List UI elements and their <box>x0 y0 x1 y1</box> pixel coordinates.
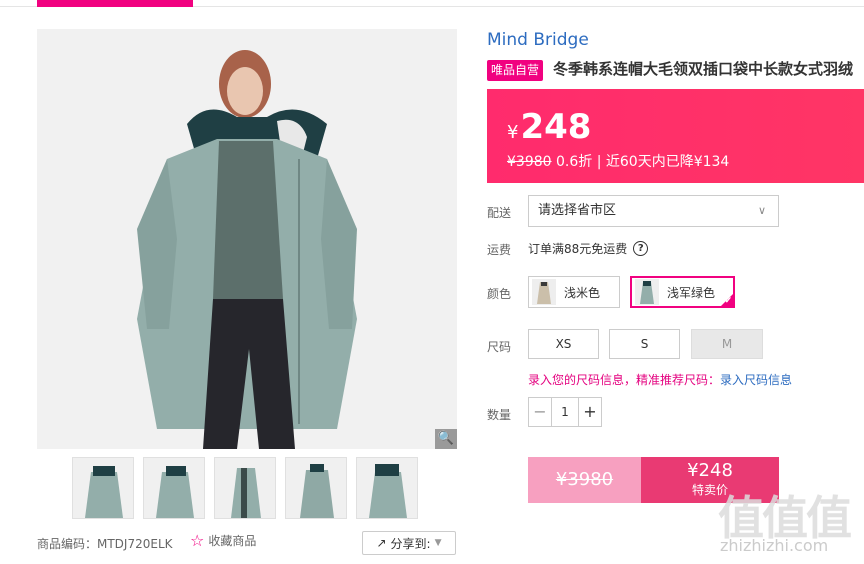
buy-original-price: ¥3980 <box>555 469 614 490</box>
size-option-m[interactable]: M <box>691 329 763 359</box>
thumbnail-3[interactable] <box>214 457 276 519</box>
region-select-value: 请选择省市区 <box>538 203 617 218</box>
current-price: ¥ 248 <box>507 107 591 147</box>
discount-text: 0.6折 <box>556 154 593 170</box>
size-option-s[interactable]: S <box>609 329 680 359</box>
star-icon: ☆ <box>190 530 205 550</box>
shipping-info: 订单满88元免运费 ? <box>528 240 649 257</box>
color-swatch-army-green <box>635 279 659 305</box>
thumbnail-4[interactable] <box>285 457 347 519</box>
color-option-label: 浅军绿色 <box>667 285 716 300</box>
region-select[interactable]: 请选择省市区 ∨ <box>528 195 779 227</box>
shipping-label: 运费 <box>487 243 512 257</box>
decrement-button[interactable]: − <box>529 398 551 426</box>
delivery-label: 配送 <box>487 206 512 220</box>
self-operated-badge: 唯品自营 <box>487 60 544 81</box>
thumbnail-2[interactable] <box>143 457 205 519</box>
price-drop-note: | 近60天内已降¥134 <box>596 154 730 170</box>
model-wearing-coat-illustration <box>37 29 457 449</box>
favorite-label: 收藏商品 <box>208 534 257 548</box>
main-product-image[interactable]: 🔍 <box>37 29 457 449</box>
share-icon: ↗ <box>376 536 387 550</box>
size-tip-text: 录入您的尺码信息，精准推荐尺码： <box>528 373 721 387</box>
zoom-icon[interactable]: 🔍 <box>435 429 457 449</box>
share-label: 分享到: <box>390 536 431 551</box>
price-details: ¥3980 0.6折 | 近60天内已降¥134 <box>507 151 729 171</box>
size-recommendation-tip: 录入您的尺码信息，精准推荐尺码：录入尺码信息 <box>528 371 792 388</box>
product-title: 冬季韩系连帽大毛领双插口袋中长款女式羽绒 <box>553 60 854 78</box>
thumbnail-1[interactable] <box>72 457 134 519</box>
original-price: ¥3980 <box>507 154 552 170</box>
color-option-beige[interactable]: 浅米色 <box>528 276 620 308</box>
current-price-value: 248 <box>520 107 592 147</box>
thumbnail-5[interactable] <box>356 457 418 519</box>
enter-size-link[interactable]: 录入尺码信息 <box>720 373 792 387</box>
currency-symbol: ¥ <box>507 122 519 143</box>
color-swatch-beige <box>532 279 556 305</box>
favorite-button[interactable]: ☆ 收藏商品 <box>190 532 256 549</box>
watermark-domain: zhizhizhi.com <box>720 536 829 555</box>
buy-sale-price: ¥248 <box>687 460 733 481</box>
quantity-input[interactable]: 1 <box>551 398 579 426</box>
check-icon: ✔ <box>724 296 732 306</box>
watermark: 值值值 zhizhizhi.com <box>712 480 864 564</box>
help-icon[interactable]: ? <box>633 241 649 256</box>
size-option-xs[interactable]: XS <box>528 329 599 359</box>
caret-down-icon: ▼ <box>434 538 442 548</box>
share-dropdown[interactable]: ↗ 分享到: ▼ <box>362 531 456 555</box>
active-nav-tab-indicator <box>37 0 193 7</box>
size-label: 尺码 <box>487 340 512 354</box>
color-option-label: 浅米色 <box>564 285 601 300</box>
shipping-text: 订单满88元免运费 <box>528 242 628 256</box>
price-box: ¥ 248 ¥3980 0.6折 | 近60天内已降¥134 <box>487 89 864 183</box>
color-label: 颜色 <box>487 287 512 301</box>
buy-original-price-block: ¥3980 <box>528 457 641 503</box>
color-option-army-green[interactable]: 浅军绿色 ✔ <box>630 276 735 308</box>
product-code: 商品编码：MTDJ720ELK <box>37 537 173 551</box>
chevron-down-icon: ∨ <box>757 204 766 217</box>
quantity-stepper: − 1 + <box>528 397 602 427</box>
quantity-label: 数量 <box>487 408 512 422</box>
increment-button[interactable]: + <box>579 398 601 426</box>
brand-link[interactable]: Mind Bridge <box>487 30 589 50</box>
